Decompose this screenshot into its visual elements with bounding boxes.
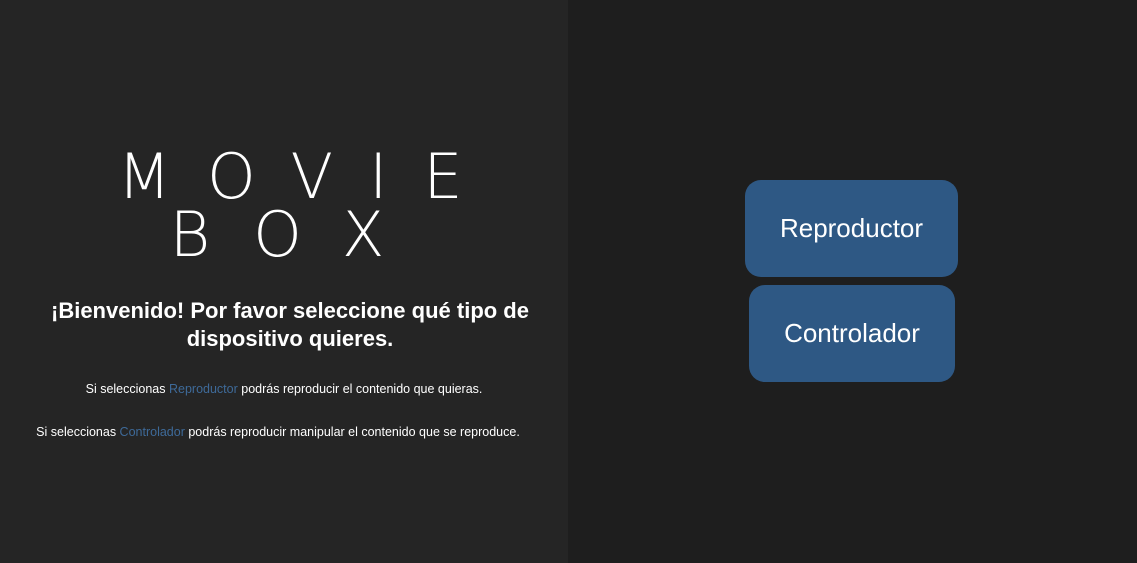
- controlador-highlight: Controlador: [119, 425, 185, 439]
- description-suffix: podrás reproducir el contenido que quier…: [237, 382, 483, 396]
- logo-line-box: BOX: [169, 198, 429, 271]
- moviebox-logo: MOVIE BOX: [0, 146, 568, 271]
- welcome-panel: MOVIE BOX ¡Bienvenido! Por favor selecci…: [0, 0, 568, 563]
- reproductor-button[interactable]: Reproductor: [745, 180, 958, 277]
- description-prefix: Si seleccionas: [36, 425, 120, 439]
- description-prefix: Si seleccionas: [85, 382, 169, 396]
- welcome-heading: ¡Bienvenido! Por favor seleccione qué ti…: [51, 298, 529, 351]
- reproductor-description: Si seleccionas Reproductor podrás reprod…: [0, 381, 568, 397]
- description-suffix: podrás reproducir manipular el contenido…: [184, 425, 520, 439]
- reproductor-highlight: Reproductor: [168, 382, 238, 396]
- controlador-description: Si seleccionas Controlador podrás reprod…: [0, 424, 562, 440]
- device-buttons-panel: Reproductor Controlador: [568, 0, 1137, 563]
- device-selection-screen: MOVIE BOX ¡Bienvenido! Por favor selecci…: [0, 0, 1137, 563]
- controlador-button[interactable]: Controlador: [749, 285, 955, 382]
